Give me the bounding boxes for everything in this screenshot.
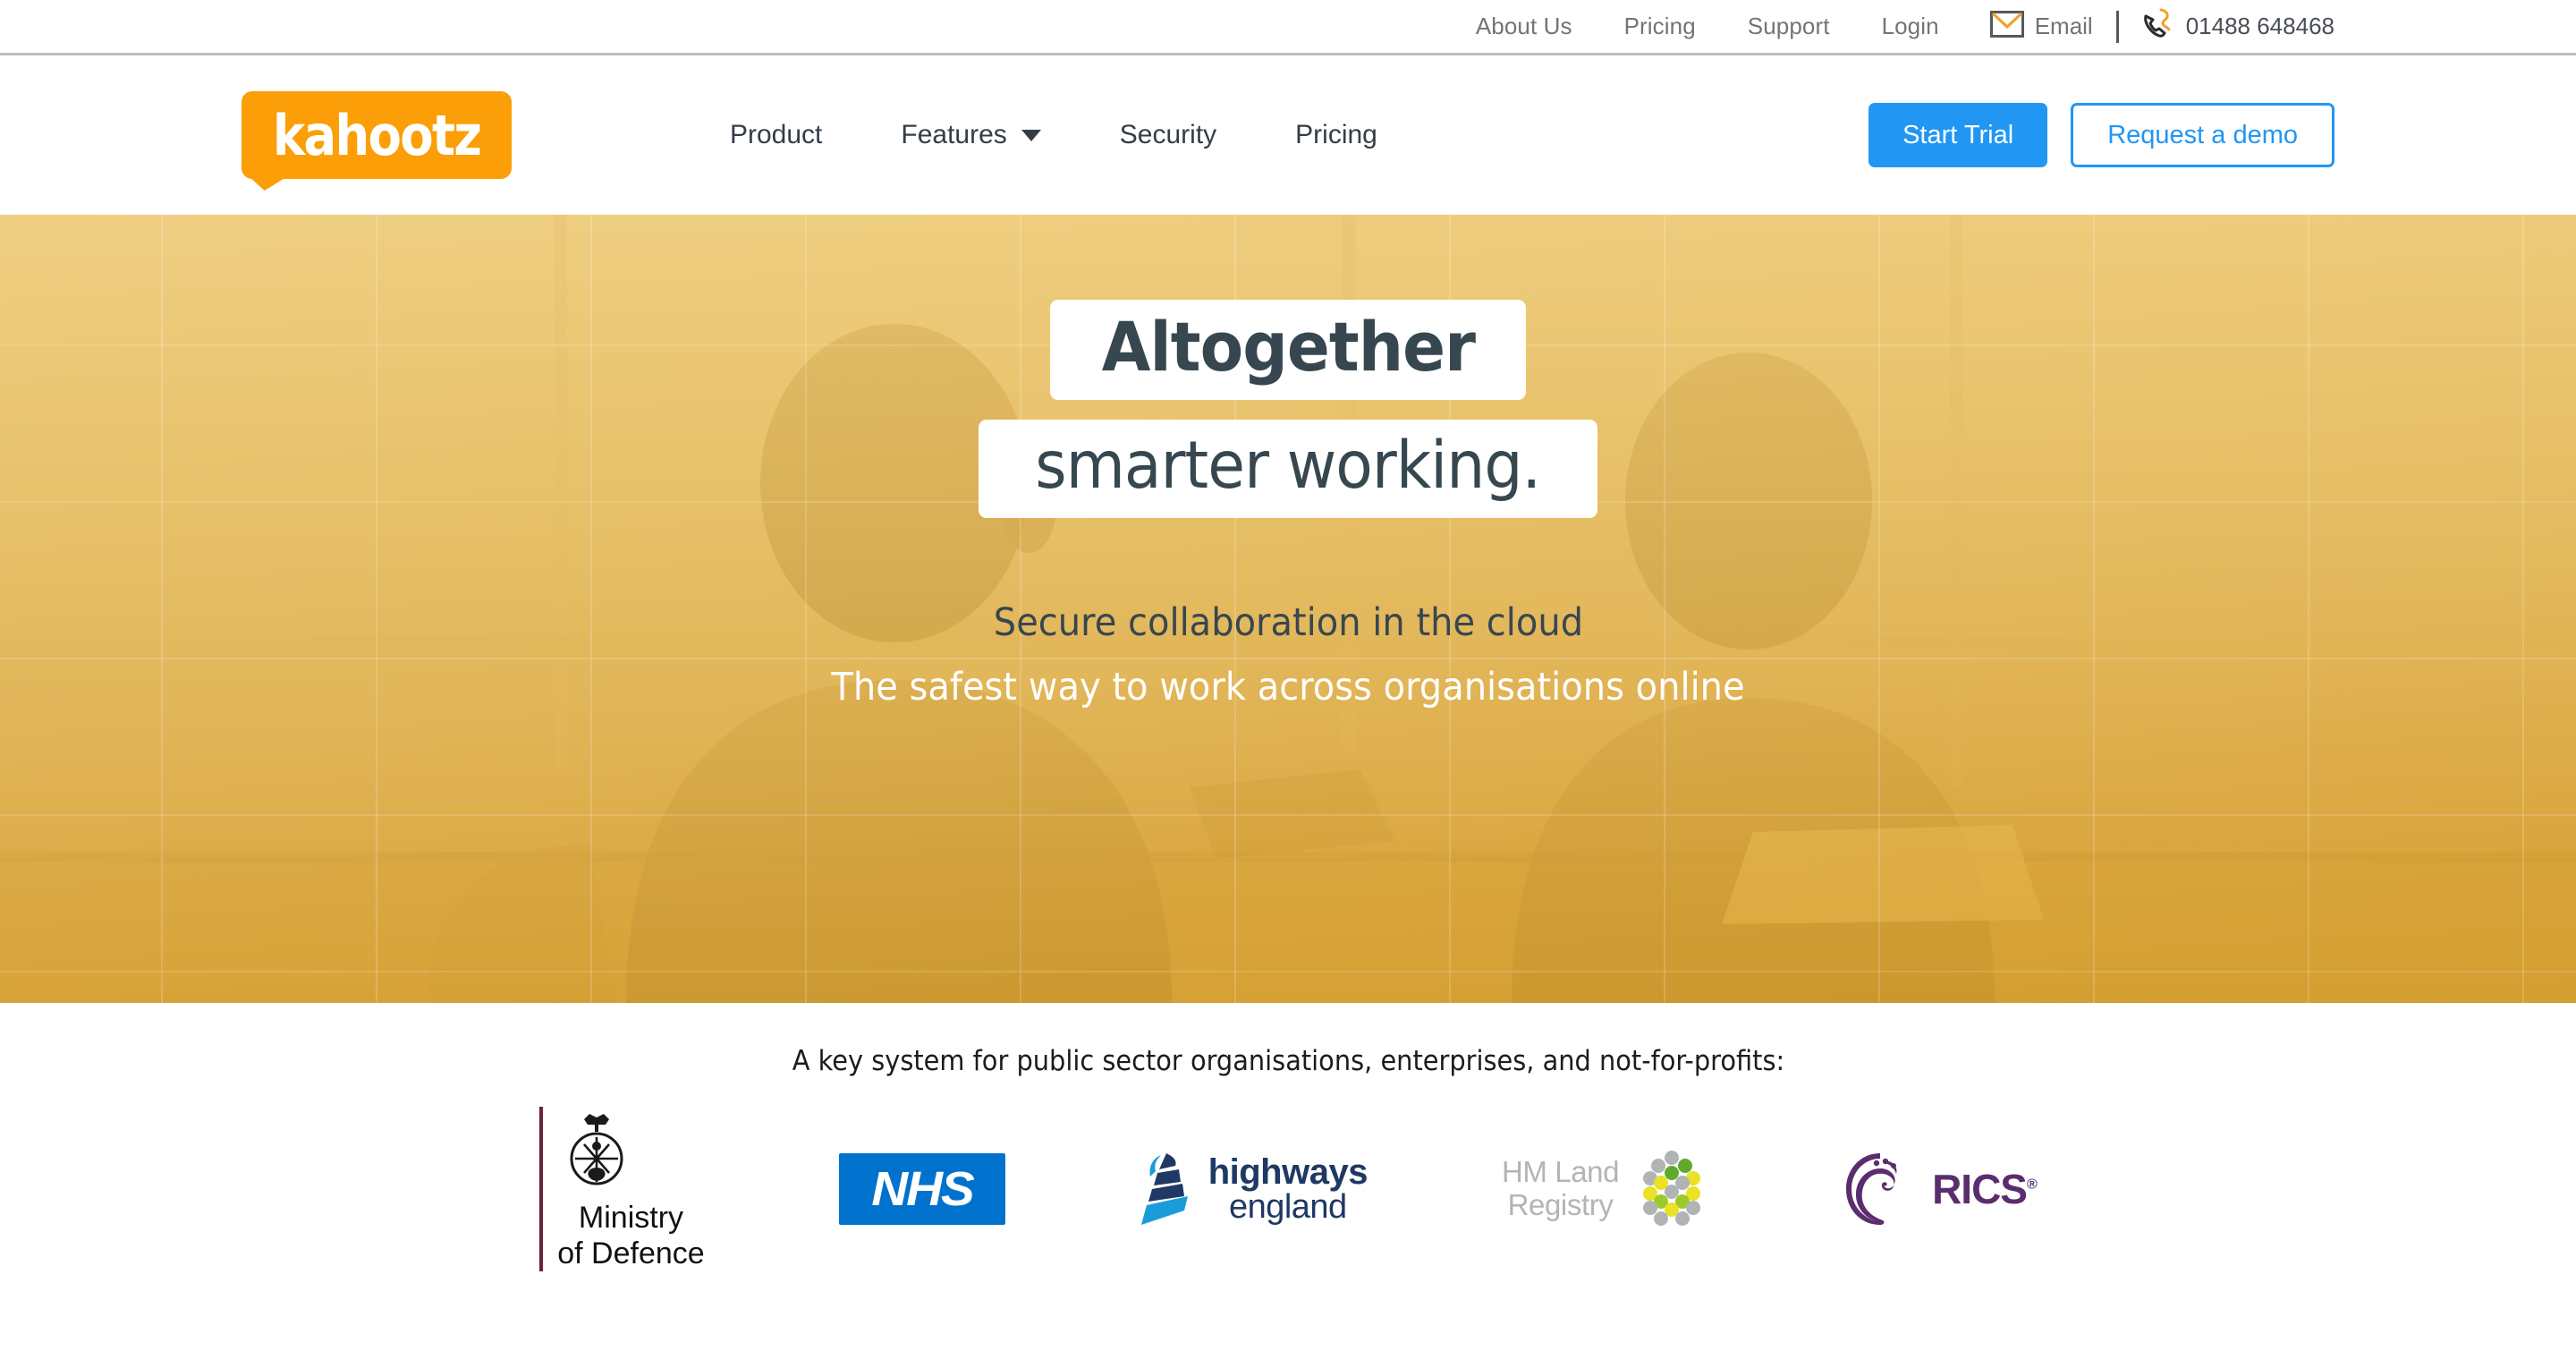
hm-land-registry-hex-icon: [1643, 1151, 1701, 1226]
client-logo-nhs[interactable]: NHS: [838, 1113, 1005, 1265]
registered-trademark-icon: ®: [2026, 1177, 2038, 1193]
nav-label-pricing: Pricing: [1295, 120, 1377, 149]
client-logos-section: A key system for public sector organisat…: [0, 1003, 2576, 1272]
highways-line-2: england: [1228, 1188, 1347, 1226]
nav-item-features[interactable]: Features: [861, 120, 1080, 150]
hero-subline-1: Secure collaboration in the cloud: [993, 600, 1583, 646]
mod-line-1: Ministry: [578, 1200, 684, 1235]
request-demo-button[interactable]: Request a demo: [2071, 103, 2334, 167]
logo-shape: kahootz: [242, 91, 512, 179]
logo-text: kahootz: [272, 102, 482, 168]
nav-item-product[interactable]: Product: [691, 120, 861, 150]
top-utility-bar: About Us Pricing Support Login Email 014…: [0, 0, 2576, 55]
rics-lion-icon: [1846, 1153, 1897, 1225]
highways-line-1: highways: [1208, 1152, 1368, 1192]
client-logos-title: A key system for public sector organisat…: [792, 1045, 1784, 1077]
email-contact[interactable]: Email: [1965, 11, 2093, 42]
header-cta-group: Start Trial Request a demo: [1868, 103, 2334, 167]
client-logo-ministry-of-defence[interactable]: Ministry of Defence: [539, 1106, 705, 1272]
hmlr-line-1: HM Land: [1501, 1155, 1620, 1189]
hmlr-line-2: Registry: [1507, 1188, 1614, 1221]
headline-box-1: Altogether: [1049, 300, 1527, 401]
start-trial-button[interactable]: Start Trial: [1868, 103, 2048, 167]
nav-label-features: Features: [901, 120, 1007, 149]
mod-vertical-rule: [539, 1106, 544, 1272]
top-link-about-us[interactable]: About Us: [1450, 13, 1598, 40]
phone-contact[interactable]: 01488 648468: [2140, 7, 2334, 46]
headline-box-2: smarter working.: [979, 420, 1597, 519]
nhs-text: NHS: [870, 1162, 975, 1216]
nav-item-pricing[interactable]: Pricing: [1256, 120, 1417, 150]
hero-section: Altogether smarter working. Secure colla…: [0, 215, 2576, 1003]
nav-label-product: Product: [730, 120, 823, 149]
client-logos-row: Ministry of Defence NHS highways england…: [0, 1106, 2576, 1272]
top-links: About Us Pricing Support Login Email 014…: [1450, 7, 2334, 46]
client-logo-highways-england[interactable]: highways england: [1140, 1113, 1368, 1265]
contact-divider: [2115, 10, 2119, 43]
envelope-icon: [1989, 11, 2024, 42]
phone-number: 01488 648468: [2185, 13, 2334, 39]
highways-england-mark-icon: [1140, 1153, 1188, 1225]
mod-line-2: of Defence: [557, 1236, 705, 1270]
mod-crest-icon: [570, 1113, 623, 1185]
email-label: Email: [2034, 13, 2093, 39]
hero-headline-line2: smarter working.: [1035, 428, 1542, 505]
top-link-pricing[interactable]: Pricing: [1598, 13, 1722, 40]
client-logo-rics[interactable]: RICS®: [1841, 1113, 2038, 1265]
nav-label-security: Security: [1119, 120, 1217, 149]
rics-text: RICS®: [1932, 1166, 2038, 1212]
primary-nav: Product Features Security Pricing: [691, 120, 1417, 150]
top-link-login[interactable]: Login: [1856, 13, 1965, 40]
client-logo-hm-land-registry[interactable]: HM Land Registry: [1502, 1113, 1707, 1265]
phone-icon: [2140, 7, 2176, 46]
top-link-support[interactable]: Support: [1722, 13, 1856, 40]
kahootz-logo[interactable]: kahootz: [242, 91, 512, 179]
chevron-down-icon: [1021, 129, 1041, 141]
main-header: kahootz Product Features Security Pricin…: [0, 55, 2576, 215]
nhs-badge: NHS: [838, 1153, 1005, 1225]
hero-content: Altogether smarter working. Secure colla…: [0, 215, 2576, 1003]
nav-item-security[interactable]: Security: [1080, 120, 1256, 150]
hero-subline-2: The safest way to work across organisati…: [831, 665, 1745, 710]
hero-headline-line1: Altogether: [1101, 307, 1475, 387]
